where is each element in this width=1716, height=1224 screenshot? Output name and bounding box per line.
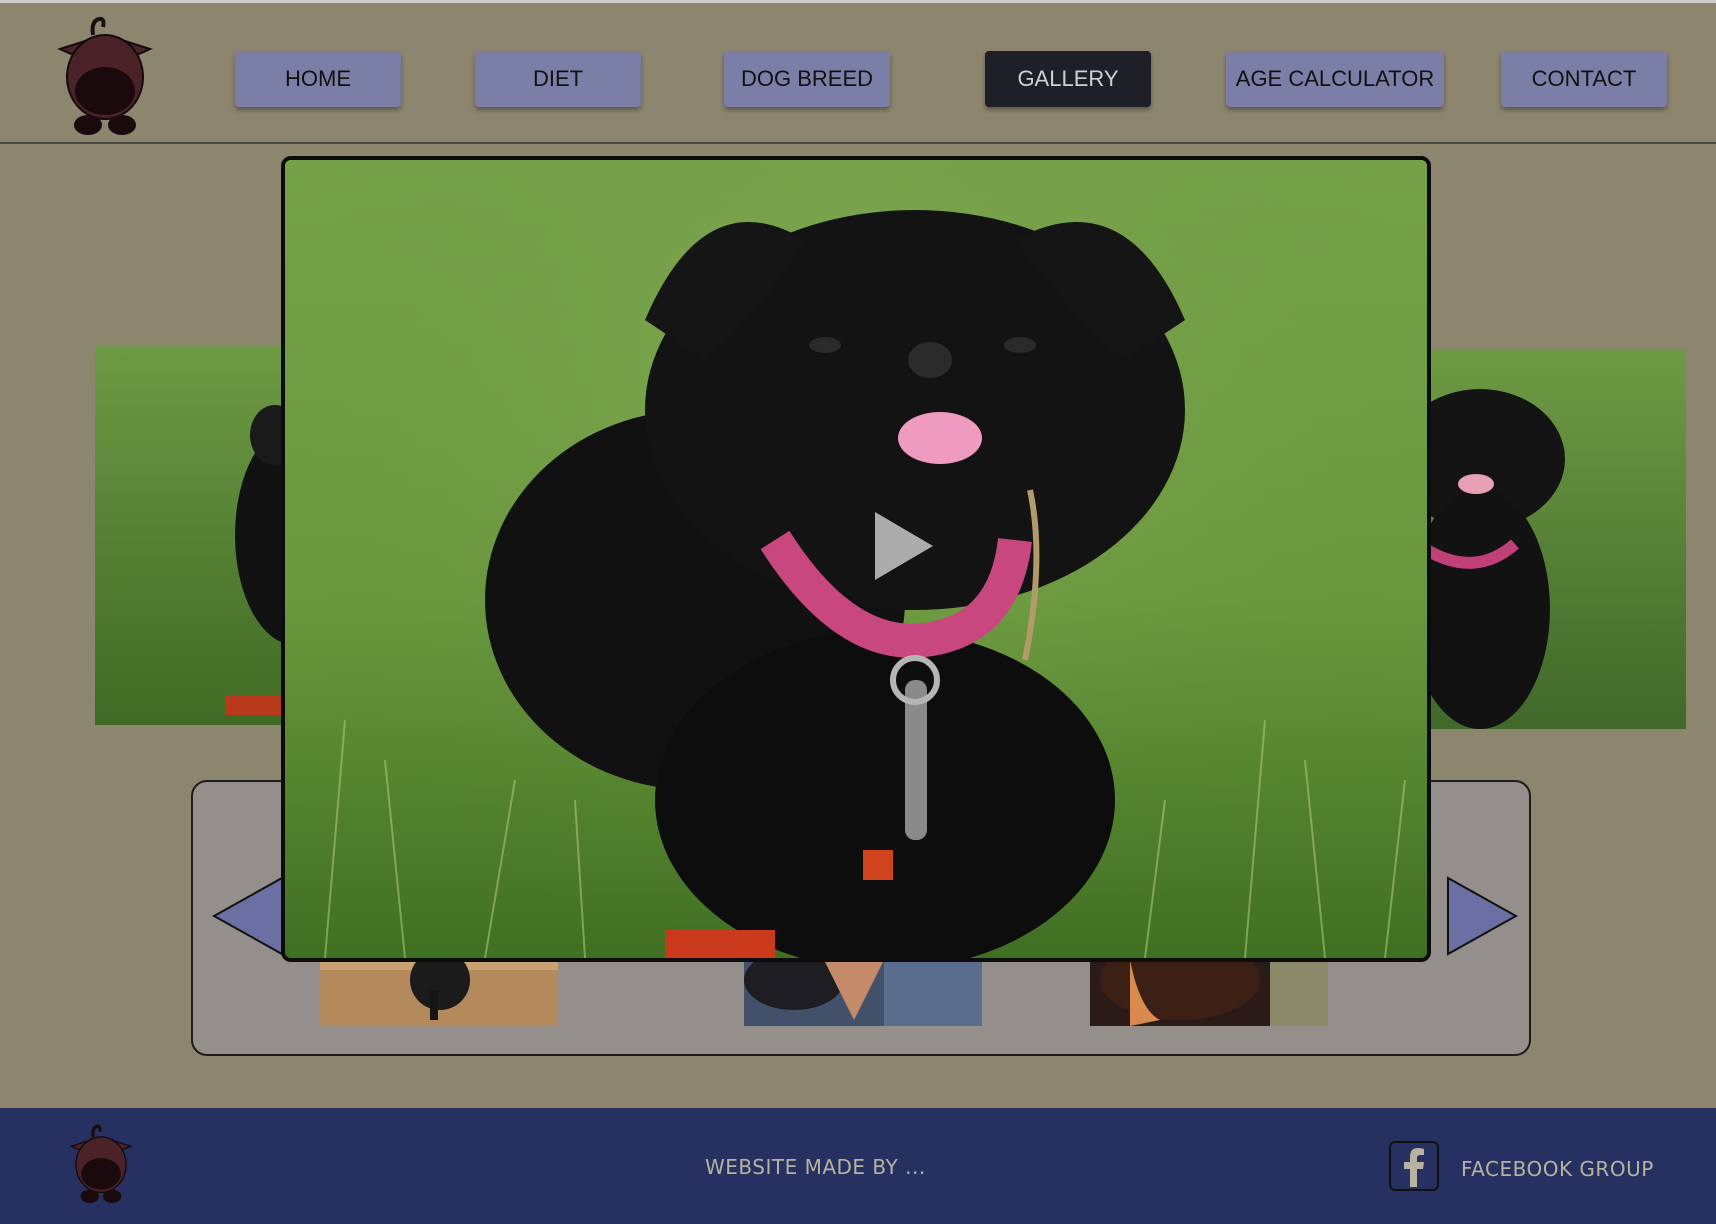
- gallery-thumbnail-3[interactable]: [1090, 960, 1328, 1026]
- site-header: HOME DIET DOG BREED GALLERY AGE CALCULAT…: [0, 0, 1716, 144]
- nav-home-button[interactable]: HOME: [235, 51, 401, 107]
- nav-gallery-button[interactable]: GALLERY: [985, 51, 1151, 107]
- nav-age-calculator-button[interactable]: AGE CALCULATOR: [1226, 51, 1444, 107]
- gallery-prev-photo[interactable]: [95, 345, 295, 725]
- site-footer: WEBSITE MADE BY ... FACEBOOK GROUP: [0, 1108, 1716, 1224]
- nav-dog-breed-button[interactable]: DOG BREED: [724, 51, 890, 107]
- footer-dog-logo-icon[interactable]: [68, 1122, 134, 1208]
- gallery-main-photo[interactable]: [281, 156, 1431, 962]
- arrow-right-icon[interactable]: [1446, 876, 1518, 956]
- nav-contact-button[interactable]: CONTACT: [1501, 51, 1667, 107]
- facebook-group-link[interactable]: FACEBOOK GROUP: [1461, 1157, 1654, 1181]
- nav-diet-button[interactable]: DIET: [475, 51, 641, 107]
- dog-logo-icon[interactable]: [55, 15, 155, 140]
- gallery-next-photo[interactable]: [1420, 349, 1686, 729]
- arrow-left-icon[interactable]: [212, 876, 284, 956]
- footer-credit-text: WEBSITE MADE BY ...: [705, 1155, 926, 1179]
- gallery-thumbnail-2[interactable]: [744, 960, 982, 1026]
- gallery-thumbnail-1[interactable]: [320, 960, 558, 1026]
- facebook-icon[interactable]: [1389, 1141, 1439, 1191]
